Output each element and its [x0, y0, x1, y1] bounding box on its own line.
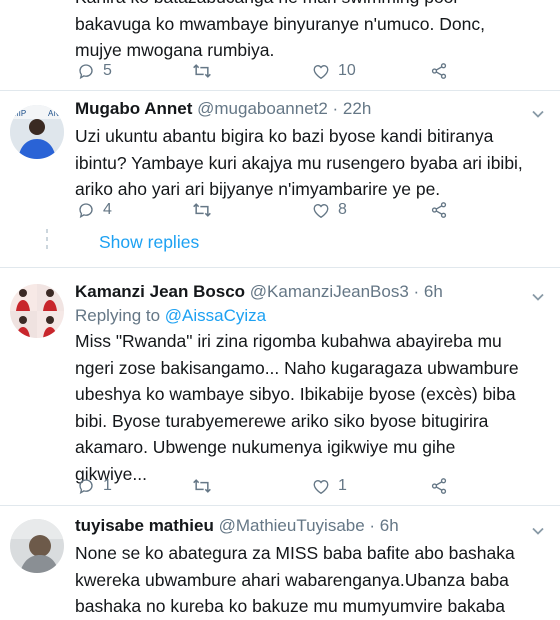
handle-time[interactable]: @MathieuTuyisabe · 6h — [219, 516, 399, 535]
display-name[interactable]: tuyisabe mathieu — [75, 516, 214, 535]
tweet-text: Miss "Rwanda" iri zina rigomba kubahwa a… — [75, 328, 545, 487]
retweet-icon — [193, 64, 211, 78]
svg-text:MIP: MIP — [12, 109, 26, 118]
avatar[interactable] — [10, 284, 64, 338]
text-line: bibi. Byose turabyemerewe ariko siko byo… — [75, 410, 489, 431]
chevron-down-icon[interactable] — [530, 289, 546, 305]
reply-count: 4 — [103, 201, 112, 218]
reply-count: 1 — [103, 477, 112, 494]
avatar-image: MIP ANI — [10, 105, 64, 159]
like-icon — [313, 64, 329, 79]
tweet-text: None se ko abategura za MISS baba bafite… — [75, 540, 545, 620]
like-count: 8 — [338, 201, 347, 218]
text-line: kwereka ubwambure ahari wabarenganya.Uba… — [75, 569, 509, 590]
reply-button[interactable]: 1 — [77, 477, 112, 495]
reply-icon — [79, 203, 93, 219]
chevron-down-icon[interactable] — [530, 523, 546, 539]
tweet-header: Mugabo Annet @mugaboannet2 · 22h — [75, 99, 371, 119]
reply-button[interactable]: 4 — [77, 201, 112, 219]
text-line: mujye mwogana rumbiya. — [75, 40, 275, 60]
replying-to-link[interactable]: @AissaCyiza — [165, 306, 266, 325]
reply-icon — [79, 64, 93, 80]
share-button[interactable] — [430, 201, 448, 219]
like-count: 1 — [338, 477, 347, 494]
tweet-header: Kamanzi Jean Bosco @KamanziJeanBos3 · 6h — [75, 282, 443, 302]
share-icon — [431, 63, 447, 79]
text-line: ibintu? Yambaye kuri akajya mu rusengero… — [75, 152, 523, 173]
display-name[interactable]: Kamanzi Jean Bosco — [75, 282, 245, 301]
tweet-2[interactable]: Kamanzi Jean Bosco @KamanziJeanBos3 · 6h… — [0, 268, 560, 504]
like-count: 10 — [338, 62, 356, 79]
reply-button[interactable]: 5 — [77, 62, 112, 80]
reply-icon — [79, 479, 93, 495]
share-button[interactable] — [430, 62, 448, 80]
text-line: ariko aho yari ari bijyanye n'imyambarir… — [75, 179, 441, 199]
like-icon — [313, 479, 329, 494]
text-line: ngeri zose bakisangamo... Naho kugaragaz… — [75, 357, 519, 378]
tweet-text: Kanira ko batazabucanga ne mari swimming… — [75, 0, 545, 64]
avatar[interactable]: MIP ANI — [10, 105, 64, 159]
text-line: Uzi ukuntu abantu bigira ko bazi byose k… — [75, 126, 494, 146]
like-icon — [313, 203, 329, 218]
tweet-0[interactable]: Kanira ko batazabucanga ne mari swimming… — [0, 0, 560, 95]
avatar-image — [10, 519, 64, 573]
retweet-button[interactable] — [192, 62, 220, 80]
svg-text:ANI: ANI — [48, 109, 61, 118]
tweet-actions: 5 10 — [75, 62, 475, 84]
text-line: Miss "Rwanda" iri zina rigomba kubahwa a… — [75, 331, 502, 351]
display-name[interactable]: Mugabo Annet — [75, 99, 192, 118]
retweet-icon — [193, 203, 211, 217]
text-line: bakavuga ko mwambaye binyuranye n'umuco.… — [75, 13, 485, 34]
avatar[interactable] — [10, 519, 64, 573]
text-line: None se ko abategura za MISS baba bafite… — [75, 543, 515, 563]
chevron-down-icon[interactable] — [530, 106, 546, 122]
like-button[interactable]: 10 — [312, 62, 356, 80]
tweet-header: tuyisabe mathieu @MathieuTuyisabe · 6h — [75, 516, 399, 536]
tweet-3[interactable]: tuyisabe mathieu @MathieuTuyisabe · 6h N… — [0, 506, 560, 616]
share-icon — [431, 202, 447, 218]
share-button[interactable] — [430, 477, 448, 495]
like-button[interactable]: 1 — [312, 477, 347, 495]
text-line: bashaka no kureba ko bakuze mu mumyumvir… — [75, 596, 505, 616]
text-line: akamaro. Ubwenge nukumenya igikwiye mu g… — [75, 437, 456, 457]
replying-prefix: Replying to — [75, 306, 161, 325]
retweet-button[interactable] — [192, 477, 220, 495]
show-replies-link[interactable]: Show replies — [99, 232, 199, 253]
share-icon — [431, 478, 447, 494]
thread-connector — [46, 229, 48, 253]
reply-count: 5 — [103, 62, 112, 79]
tweet-text: Uzi ukuntu abantu bigira ko bazi byose k… — [75, 123, 545, 203]
tweet-actions: 4 8 — [75, 201, 475, 223]
text-line: Kanira ko batazabucanga ne mari swimming… — [75, 0, 545, 11]
avatar-image — [10, 284, 64, 338]
handle-time[interactable]: @mugaboannet2 · 22h — [197, 99, 371, 118]
retweet-icon — [193, 479, 211, 493]
replying-to: Replying to @AissaCyiza — [75, 306, 266, 326]
tweet-actions: 1 1 — [75, 477, 475, 499]
handle-time[interactable]: @KamanziJeanBos3 · 6h — [250, 282, 443, 301]
tweet-1[interactable]: MIP ANI Mugabo Annet @mugaboannet2 · 22h… — [0, 91, 560, 266]
like-button[interactable]: 8 — [312, 201, 347, 219]
text-line: ubeshya ko wambaye sibyo. Ibikabije byos… — [75, 384, 516, 404]
retweet-button[interactable] — [192, 201, 220, 219]
